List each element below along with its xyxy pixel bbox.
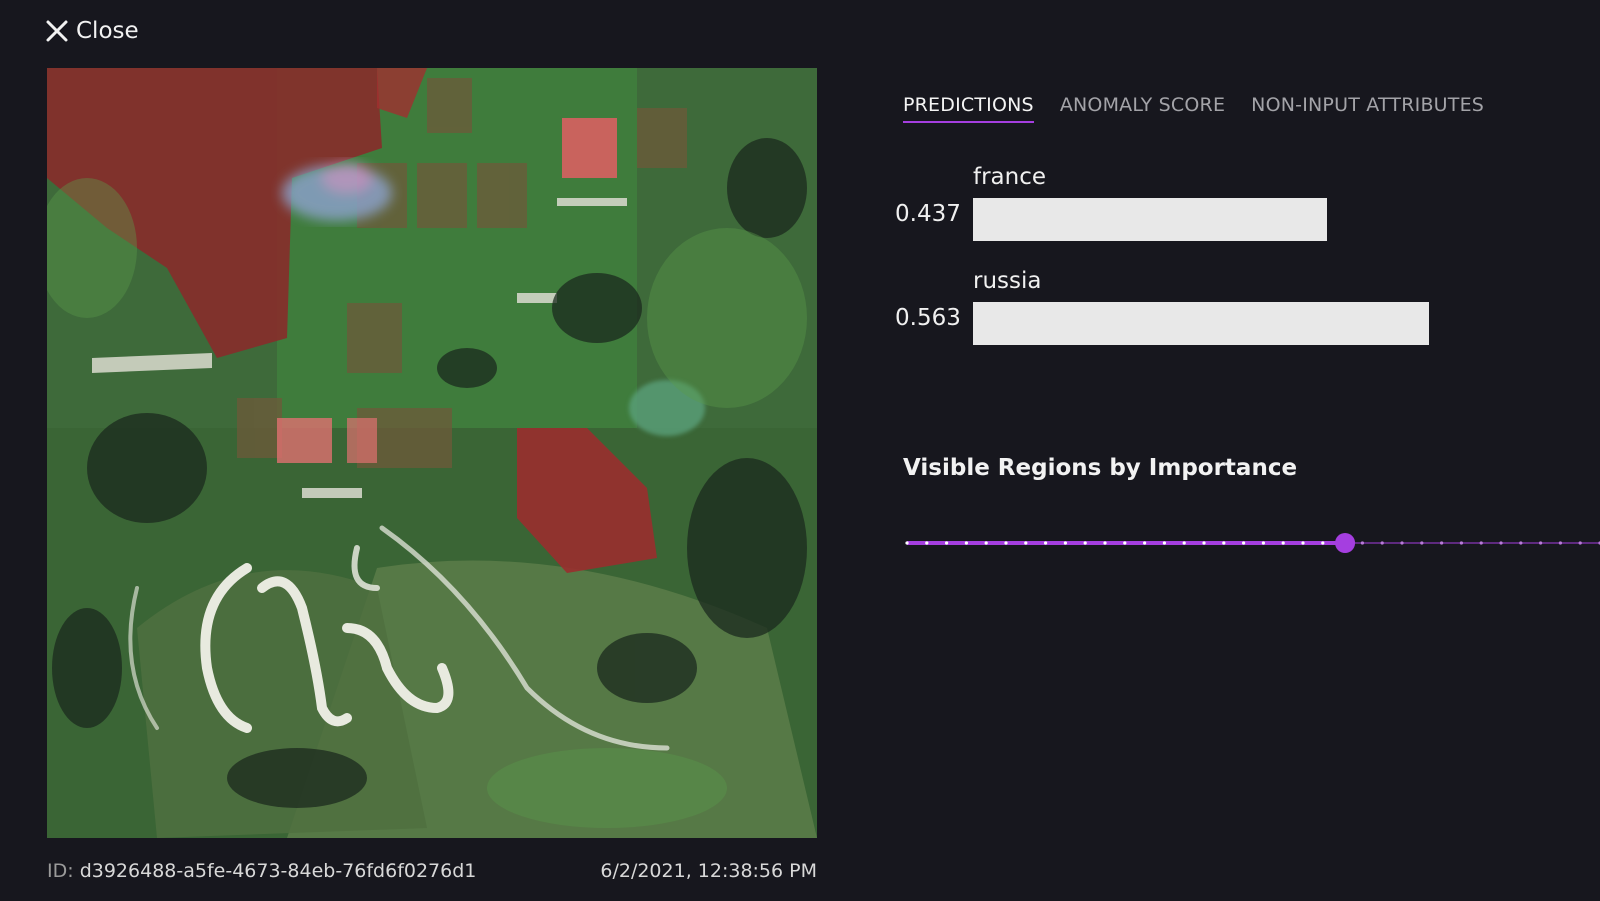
close-icon [44,18,70,44]
satellite-image [47,68,817,838]
slider-tick [1519,541,1523,545]
slider-tick [1479,541,1483,545]
slider-tick [1123,541,1127,545]
slider-tick [1261,541,1265,545]
slider-tick [1083,541,1087,545]
slider-tick [1143,541,1147,545]
prediction-score: 0.437 [895,201,961,227]
slider-tick [1400,541,1404,545]
slider-tick [1162,541,1166,545]
importance-slider-track [905,533,1600,553]
slider-tick [1440,541,1444,545]
slider-tick [1024,541,1028,545]
tab-anomaly-score[interactable]: ANOMALY SCORE [1060,94,1225,123]
prediction-bar [973,302,1429,345]
slider-tick [1182,541,1186,545]
slider-tick [1202,541,1206,545]
slider-tick [1103,541,1107,545]
tab-predictions[interactable]: PREDICTIONS [903,94,1034,123]
importance-slider[interactable] [903,532,1600,554]
slider-tick [1420,541,1424,545]
prediction-label: france [973,164,1047,190]
slider-tick [1301,541,1305,545]
tab-bar: PREDICTIONS ANOMALY SCORE NON-INPUT ATTR… [903,94,1484,123]
slider-tick [1004,541,1008,545]
slider-tick [1539,541,1543,545]
slider-tick [1558,541,1562,545]
image-id-prefix: ID: [47,860,74,882]
slider-tick [1222,541,1226,545]
slider-tick [1321,541,1325,545]
slider-tick [964,541,968,545]
slider-tick [1380,541,1384,545]
slider-tick [905,541,909,545]
prediction-bar [973,198,1327,241]
prediction-score: 0.563 [895,305,961,331]
slider-tick [1063,541,1067,545]
slider-tick [1281,541,1285,545]
image-timestamp: 6/2/2021, 12:38:56 PM [600,860,817,882]
close-label: Close [76,18,139,44]
slider-tick [925,541,929,545]
slider-tick [1499,541,1503,545]
regions-title: Visible Regions by Importance [903,455,1298,481]
slider-tick [984,541,988,545]
prediction-label: russia [973,268,1042,294]
slider-tick [1044,541,1048,545]
slider-tick [945,541,949,545]
tab-non-input-attributes[interactable]: NON-INPUT ATTRIBUTES [1251,94,1484,123]
image-id: ID: d3926488-a5fe-4673-84eb-76fd6f0276d1 [47,860,476,882]
slider-tick [1360,541,1364,545]
slider-handle[interactable] [1335,533,1356,553]
close-button[interactable]: Close [44,18,139,44]
image-id-value: d3926488-a5fe-4673-84eb-76fd6f0276d1 [79,860,477,882]
slider-tick [1578,541,1582,545]
satellite-image-graphic [47,68,817,838]
slider-tick [1459,541,1463,545]
slider-tick [1242,541,1246,545]
